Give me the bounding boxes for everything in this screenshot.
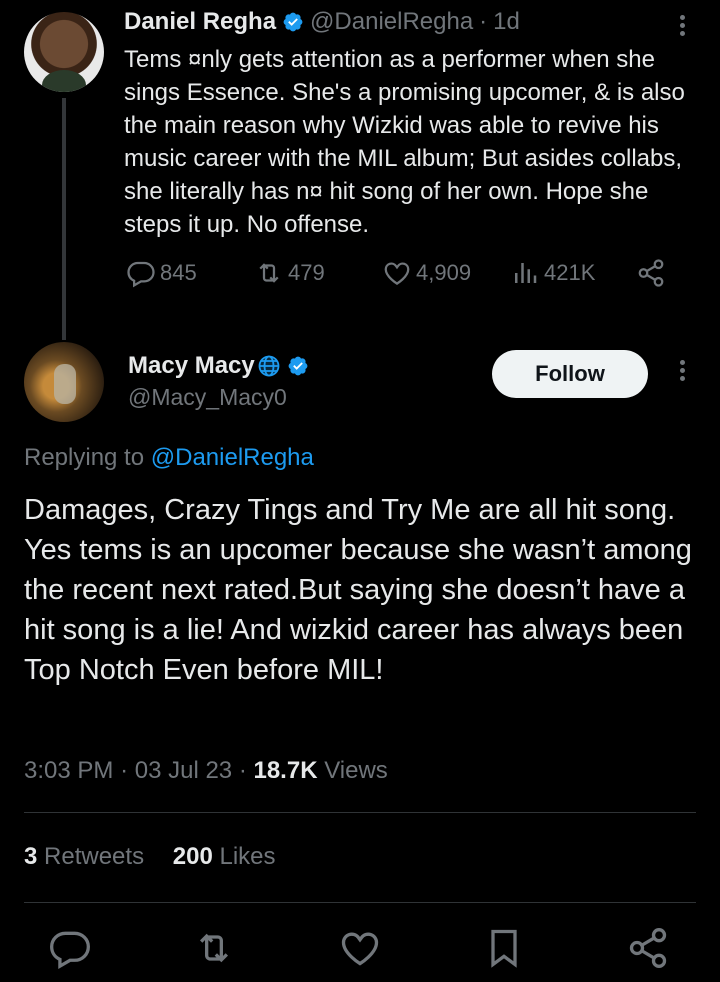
reply-icon xyxy=(127,261,155,288)
separator-dot: · xyxy=(120,757,129,784)
reply-icon xyxy=(50,931,90,970)
like-icon xyxy=(341,932,379,966)
likes-stat-count: 200 xyxy=(172,843,213,870)
follow-button[interactable]: Follow xyxy=(492,350,648,398)
parent-timestamp[interactable]: 1d xyxy=(493,8,520,36)
share-icon xyxy=(638,259,664,287)
verified-icon xyxy=(283,12,303,32)
reply-action[interactable]: 845 xyxy=(126,258,197,288)
views-total: 18.7K xyxy=(253,757,318,784)
retweets-stat-count: 3 xyxy=(24,843,38,870)
verified-icon xyxy=(288,356,308,376)
parent-handle[interactable]: @DanielRegha xyxy=(310,8,473,36)
divider xyxy=(24,812,696,813)
parent-tweet-header: Daniel Regha @DanielRegha · 1d xyxy=(124,8,520,36)
like-count: 4,909 xyxy=(416,260,472,285)
tweet-date[interactable]: 03 Jul 23 xyxy=(135,757,232,784)
reply-button[interactable] xyxy=(48,926,92,970)
retweet-action[interactable]: 479 xyxy=(254,258,325,288)
bookmark-icon xyxy=(491,929,517,968)
tweet-action-bar xyxy=(0,926,720,976)
more-icon[interactable] xyxy=(672,357,692,387)
reply-handle[interactable]: @Macy_Macy0 xyxy=(128,384,287,411)
tweet-detail-page: Daniel Regha @DanielRegha · 1d Tems ¤nly… xyxy=(0,0,720,982)
avatar-macy-macy[interactable] xyxy=(24,342,104,422)
parent-tweet-text: Tems ¤nly gets attention as a performer … xyxy=(124,46,685,238)
tweet-meta: 3:03 PM · 03 Jul 23 · 18.7K Views xyxy=(24,757,388,785)
replying-handle-link[interactable]: @DanielRegha xyxy=(151,444,314,471)
retweets-stat-label: Retweets xyxy=(44,843,145,870)
reply-count: 845 xyxy=(160,260,197,285)
share-button[interactable] xyxy=(626,926,670,970)
replying-prefix: Replying to xyxy=(24,444,145,471)
views-icon xyxy=(515,263,537,283)
reply-author-row: Macy Macy xyxy=(128,352,315,380)
replying-to: Replying to @DanielRegha xyxy=(24,444,314,472)
retweet-icon xyxy=(259,263,279,283)
retweet-button[interactable] xyxy=(192,926,236,970)
divider xyxy=(24,902,696,903)
like-action[interactable]: 4,909 xyxy=(382,258,471,288)
share-action[interactable] xyxy=(636,258,670,288)
separator-dot: · xyxy=(238,757,247,784)
thread-line xyxy=(62,98,66,340)
retweets-stat[interactable]: 3 Retweets xyxy=(24,843,144,870)
engagement-stats: 3 Retweets 200 Likes xyxy=(24,843,276,871)
bookmark-button[interactable] xyxy=(482,926,526,970)
views-count: 421K xyxy=(544,260,596,285)
reply-author-name[interactable]: Macy Macy xyxy=(128,352,255,380)
avatar-daniel-regha[interactable] xyxy=(24,12,104,92)
likes-stat-label: Likes xyxy=(219,843,276,870)
globe-icon xyxy=(258,355,280,377)
like-icon xyxy=(384,262,410,285)
share-icon xyxy=(629,928,667,968)
views-action[interactable]: 421K xyxy=(510,258,595,288)
reply-tweet-text: Damages, Crazy Tings and Try Me are all … xyxy=(24,494,692,686)
like-button[interactable] xyxy=(338,926,382,970)
likes-stat[interactable]: 200 Likes xyxy=(173,843,276,870)
separator-dot: · xyxy=(479,8,488,35)
parent-tweet-actions: 845 479 4,909 421K xyxy=(126,258,686,298)
views-label: Views xyxy=(324,757,388,784)
more-icon[interactable] xyxy=(672,12,692,42)
retweet-count: 479 xyxy=(288,260,325,285)
tweet-time[interactable]: 3:03 PM xyxy=(24,757,113,784)
parent-author-name[interactable]: Daniel Regha xyxy=(124,8,276,36)
retweet-icon xyxy=(199,933,229,963)
